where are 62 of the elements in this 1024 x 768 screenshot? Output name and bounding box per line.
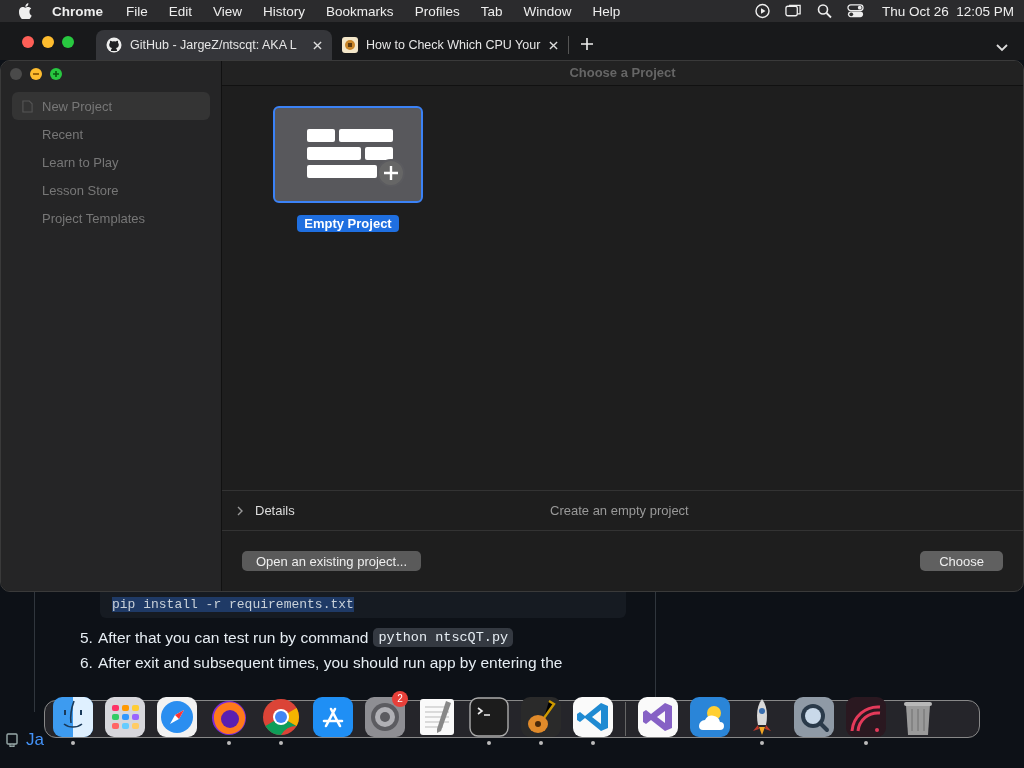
step-text: After that you can test run by command bbox=[97, 628, 369, 647]
new-tab-icon[interactable] bbox=[581, 38, 593, 50]
site-icon bbox=[342, 37, 358, 53]
code-editor-icon[interactable] bbox=[573, 697, 613, 737]
list-number: 5. bbox=[80, 628, 93, 647]
close-icon[interactable] bbox=[22, 36, 34, 48]
app-store-icon[interactable] bbox=[313, 697, 353, 737]
terminal-icon[interactable] bbox=[469, 697, 509, 737]
blocks-plus-icon bbox=[305, 126, 405, 187]
menu-item[interactable]: History bbox=[263, 3, 306, 19]
menu-item[interactable]: Edit bbox=[168, 3, 193, 19]
grid-icon[interactable] bbox=[105, 697, 145, 737]
windows-icon[interactable] bbox=[784, 3, 802, 19]
apple-icon[interactable] bbox=[18, 3, 32, 19]
inline-code: python ntscQT.py bbox=[373, 628, 514, 647]
magnifier-icon[interactable] bbox=[794, 697, 834, 737]
open-project-button[interactable]: Open an existing project... bbox=[242, 551, 422, 571]
menu-item[interactable]: Window bbox=[523, 3, 572, 19]
menu-item[interactable]: File bbox=[126, 3, 148, 19]
weather-icon[interactable] bbox=[690, 697, 730, 737]
close-icon[interactable] bbox=[313, 40, 322, 50]
chevron-right-icon[interactable] bbox=[236, 504, 244, 517]
menu-item[interactable]: View bbox=[213, 3, 243, 19]
browser-tab[interactable]: GitHub - JargeZ/ntscqt: AKA L bbox=[96, 30, 332, 60]
details-label[interactable]: Details bbox=[255, 503, 550, 518]
play-icon[interactable] bbox=[753, 3, 771, 19]
details-description: Create an empty project bbox=[550, 503, 689, 518]
menu-item[interactable]: Profiles bbox=[414, 3, 460, 19]
project-thumbnail[interactable] bbox=[273, 106, 423, 203]
github-icon bbox=[106, 37, 122, 53]
minimize-icon[interactable] bbox=[30, 68, 42, 80]
browser-tab[interactable]: How to Check Which CPU Your bbox=[332, 30, 568, 60]
zoom-icon[interactable] bbox=[50, 68, 62, 80]
sidebar-item[interactable]: Lesson Store bbox=[12, 176, 210, 204]
project-label[interactable]: Empty Project bbox=[297, 215, 399, 232]
close-icon[interactable] bbox=[549, 40, 558, 50]
notepad-icon[interactable] bbox=[417, 697, 457, 737]
document-icon bbox=[22, 100, 33, 113]
minimize-icon[interactable] bbox=[42, 36, 54, 48]
menu-item[interactable]: Tab bbox=[480, 3, 503, 19]
step-text: After exit and subsequent times, you should run app by entering the bbox=[97, 654, 563, 672]
sidebar-item[interactable]: Project Templates bbox=[12, 204, 210, 232]
repository-link[interactable]: Ja bbox=[26, 730, 44, 750]
control-center-icon[interactable] bbox=[846, 3, 864, 19]
compass-icon[interactable] bbox=[157, 697, 197, 737]
zoom-icon[interactable] bbox=[62, 36, 74, 48]
clock[interactable]: Thu Oct 26 12:05 PM bbox=[881, 3, 1014, 19]
gauge-icon[interactable] bbox=[846, 697, 886, 737]
chrome-icon[interactable] bbox=[261, 697, 301, 737]
app-menu[interactable]: Chrome bbox=[52, 3, 103, 19]
face-tile-icon[interactable] bbox=[53, 697, 93, 737]
choose-button[interactable]: Choose bbox=[920, 551, 1003, 571]
dialog-title: Choose a Project bbox=[222, 61, 1023, 86]
list-number: 6. bbox=[80, 654, 93, 672]
search-icon[interactable] bbox=[815, 3, 833, 19]
notification-badge: 2 bbox=[392, 691, 408, 707]
ide-icon[interactable] bbox=[638, 697, 678, 737]
sidebar-item[interactable]: Recent bbox=[12, 120, 210, 148]
code-text: pip install -r requirements.txt bbox=[112, 597, 354, 612]
menu-item[interactable]: Help bbox=[592, 3, 621, 19]
chevron-down-icon[interactable] bbox=[996, 44, 1008, 52]
menu-item[interactable]: Bookmarks bbox=[326, 3, 394, 19]
